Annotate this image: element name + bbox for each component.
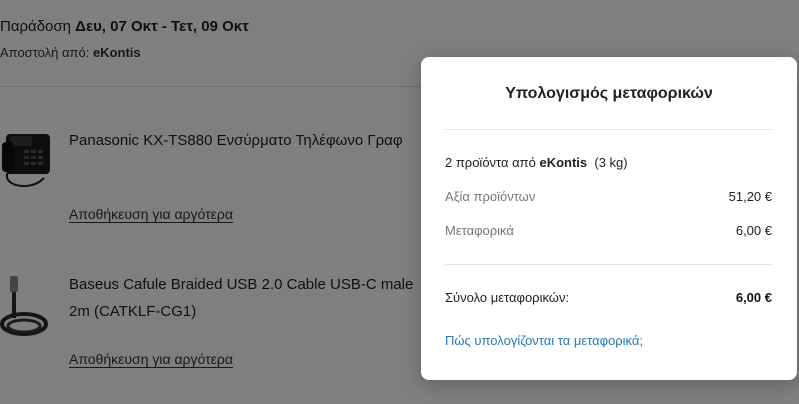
total-row: Σύνολο μεταφορικών: 6,00 € [445, 290, 772, 305]
shipping-help-link[interactable]: Πώς υπολογίζονται τα μεταφορικά; [445, 333, 643, 348]
summary-text: 2 προϊόντα από eKontis (3 kg) [445, 155, 628, 170]
total-label: Σύνολο μεταφορικών: [445, 290, 570, 305]
products-value-label: Αξία προϊόντων [445, 189, 536, 204]
modal-divider [445, 264, 772, 265]
summary-store: eKontis [539, 155, 588, 170]
summary-weight: (3 kg) [594, 155, 628, 170]
shipping-label: Μεταφορικά [445, 223, 514, 238]
products-value: 51,20 € [728, 189, 772, 204]
modal-divider [445, 129, 772, 130]
modal-title: Υπολογισμός μεταφορικών [505, 85, 713, 102]
products-value-row: Αξία προϊόντων 51,20 € [445, 189, 772, 204]
shipping-calculation-modal: Υπολογισμός μεταφορικών 2 προϊόντα από e… [421, 57, 797, 380]
shipping-row: Μεταφορικά 6,00 € [445, 223, 772, 238]
shipping-value: 6,00 € [735, 223, 772, 238]
shipment-summary: 2 προϊόντα από eKontis (3 kg) [445, 155, 772, 170]
summary-prefix: 2 προϊόντα από [445, 155, 540, 170]
total-value: 6,00 € [735, 290, 772, 305]
